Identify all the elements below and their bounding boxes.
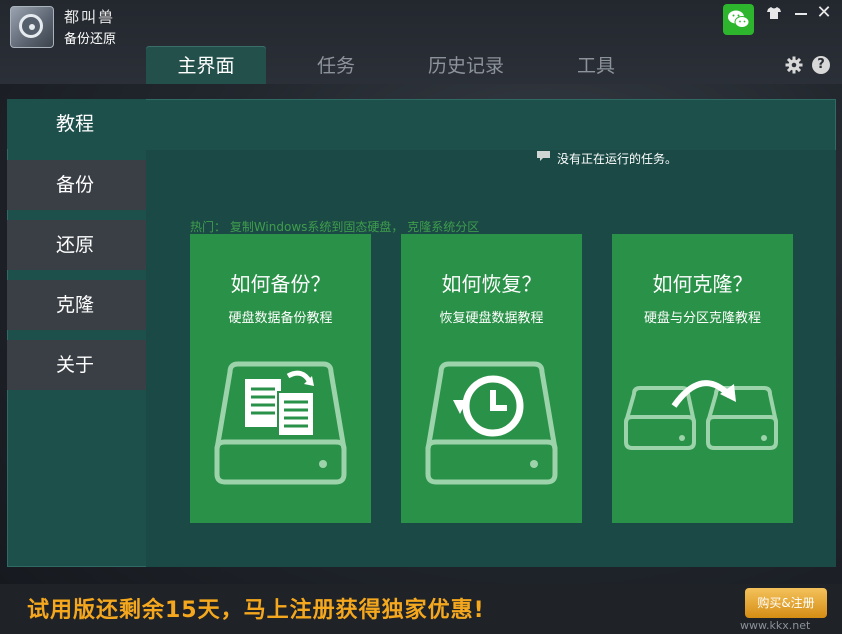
sidebar-item-about[interactable]: 关于 xyxy=(7,340,146,390)
tab-history[interactable]: 历史记录 xyxy=(405,46,527,84)
task-status: 没有正在运行的任务。 xyxy=(557,152,678,166)
help-icon[interactable]: ? xyxy=(812,56,830,74)
card-title: 如何备份？ xyxy=(230,272,331,296)
wechat-icon[interactable] xyxy=(723,4,754,35)
app-subtitle: 备份还原 xyxy=(64,32,117,47)
backup-disk-icon xyxy=(214,361,347,485)
card-subtitle: 硬盘数据备份教程 xyxy=(228,311,333,326)
sidebar-item-restore[interactable]: 还原 xyxy=(7,220,146,270)
card-title: 如何恢复？ xyxy=(441,272,542,296)
card-subtitle: 恢复硬盘数据教程 xyxy=(439,311,544,326)
clone-guide-card[interactable]: 如何克隆？ 硬盘与分区克隆教程 xyxy=(612,234,793,523)
restore-disk-icon xyxy=(425,361,558,485)
trial-promo-text: 试用版还剩余15天，马上注册获得独家优惠! xyxy=(27,598,485,623)
watermark: www.kkx.net xyxy=(740,619,811,632)
card-subtitle: 硬盘与分区克隆教程 xyxy=(643,311,761,326)
skin-shirt-icon[interactable] xyxy=(767,7,781,19)
buy-register-button[interactable]: 购买&注册 xyxy=(745,588,827,618)
sidebar-item-clone[interactable]: 克隆 xyxy=(7,280,146,330)
clone-disk-icon xyxy=(624,380,778,450)
sidebar-item-backup[interactable]: 备份 xyxy=(7,160,146,210)
tab-main[interactable]: 主界面 xyxy=(146,46,266,84)
card-title: 如何克隆？ xyxy=(652,272,753,296)
tab-tasks[interactable]: 任务 xyxy=(287,46,385,84)
brand-name: 都叫兽 xyxy=(64,8,116,26)
gear-icon[interactable] xyxy=(785,56,803,74)
minimize-button[interactable] xyxy=(795,13,807,15)
backup-guide-card[interactable]: 如何备份？ 硬盘数据备份教程 xyxy=(190,234,371,523)
close-button[interactable]: ✕ xyxy=(816,4,832,22)
hot-topics-link[interactable]: 热门： 复制Windows系统到固态硬盘， 克隆系统分区 xyxy=(190,218,479,235)
message-icon xyxy=(537,151,550,161)
safe-logo-icon xyxy=(10,6,54,48)
sidebar-item-tutorial[interactable]: 教程 xyxy=(7,99,146,149)
restore-guide-card[interactable]: 如何恢复？ 恢复硬盘数据教程 xyxy=(401,234,582,523)
tab-tools[interactable]: 工具 xyxy=(550,46,642,84)
